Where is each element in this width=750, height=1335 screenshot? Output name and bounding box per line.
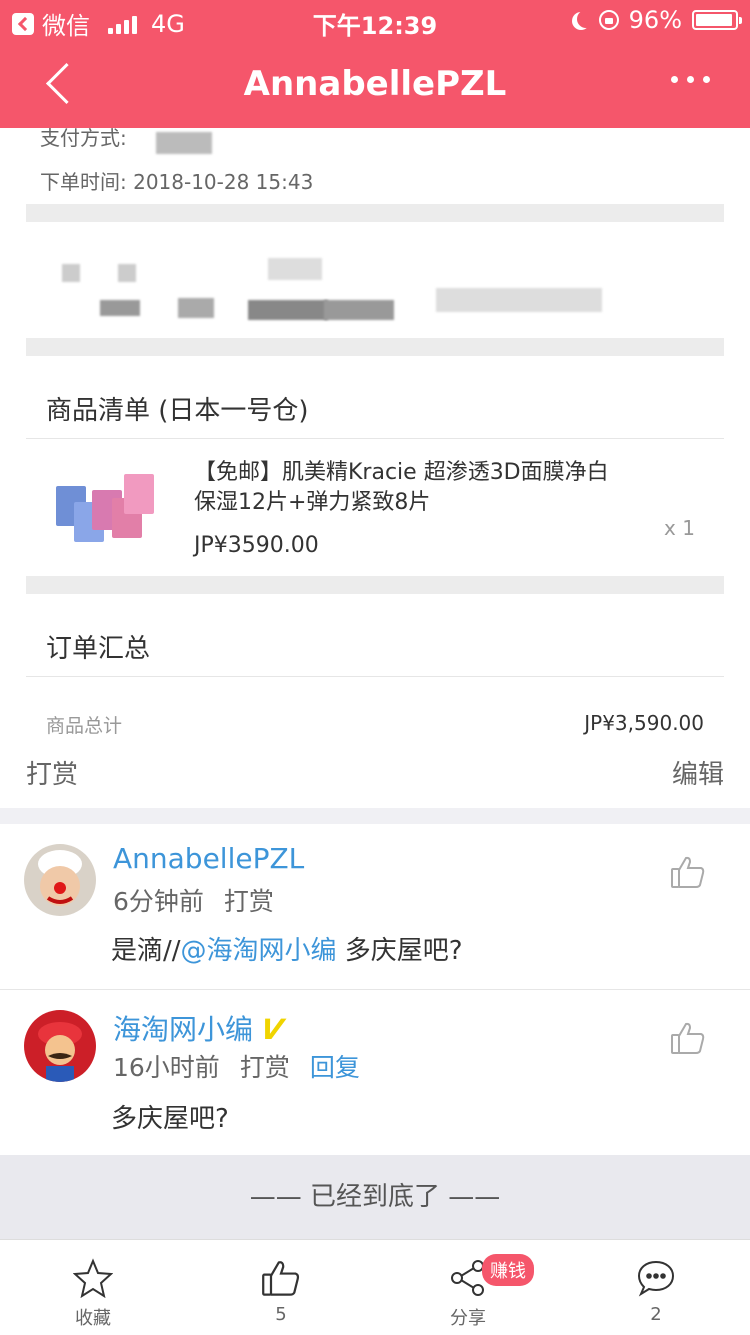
comment-time: 6分钟前: [113, 887, 204, 916]
battery-icon: [692, 10, 742, 30]
rotation-lock-icon: [598, 10, 619, 30]
redacted-payment: [156, 132, 212, 154]
comment-reward-button[interactable]: 打赏: [224, 882, 274, 918]
comment-text-suffix: 多庆屋吧?: [336, 936, 463, 966]
comment-text: 多庆屋吧?: [111, 1104, 229, 1134]
comment-reward-button[interactable]: 打赏: [240, 1048, 290, 1084]
section-divider: [26, 204, 724, 222]
comment-item: 海淘网小编 V 16小时前 打赏 回复 多庆屋吧?: [0, 990, 750, 1155]
total-value: JP¥3,590.00: [584, 711, 704, 735]
thumbs-up-icon[interactable]: [670, 854, 706, 890]
edit-button[interactable]: 编辑: [672, 754, 724, 791]
divider: [26, 438, 724, 439]
reward-button[interactable]: 打赏: [26, 754, 78, 791]
comment-button[interactable]: 2: [596, 1240, 716, 1335]
summary-heading: 订单汇总: [46, 634, 151, 664]
like-count: 5: [275, 1304, 287, 1325]
like-button[interactable]: 5: [221, 1240, 341, 1335]
section-divider: [26, 576, 724, 594]
comment-text: 是滴//@海淘网小编 多庆屋吧?: [111, 930, 463, 967]
battery-percent: 96%: [628, 6, 682, 34]
product-price: JP¥3590.00: [194, 533, 319, 558]
comment-author: 海淘网小编 V: [113, 1008, 286, 1048]
product-title[interactable]: 【免邮】肌美精Kracie 超渗透3D面膜净白保湿12片+弹力紧致8片: [194, 458, 614, 518]
comment-author-name[interactable]: 海淘网小编: [113, 1013, 253, 1046]
section-divider: [26, 338, 724, 356]
product-quantity: x 1: [664, 516, 695, 540]
divider: [26, 676, 724, 677]
verified-badge-icon: V: [258, 1013, 286, 1046]
thumbs-up-icon: [262, 1261, 300, 1296]
comment-time: 16小时前: [113, 1053, 220, 1082]
status-bar: 微信 4G 下午12:39 96%: [0, 0, 750, 40]
more-menu-button[interactable]: [671, 76, 710, 83]
page-title: AnnabellePZL: [243, 64, 507, 104]
nav-bar: AnnabellePZL: [0, 40, 750, 128]
comment-meta: 16小时前 打赏 回复: [113, 1048, 360, 1084]
mention-link[interactable]: @海淘网小编: [181, 936, 337, 966]
comment-count: 2: [650, 1304, 662, 1325]
thumbs-up-icon[interactable]: [670, 1020, 706, 1056]
bottom-toolbar: 收藏 5 分享 赚钱 2: [0, 1239, 750, 1335]
comments-separator: [0, 808, 750, 824]
favorite-label: 收藏: [75, 1308, 111, 1329]
earn-badge: 赚钱: [482, 1254, 534, 1286]
comment-meta: 6分钟前 打赏: [113, 882, 274, 918]
favorite-button[interactable]: 收藏: [33, 1240, 153, 1335]
comment-author[interactable]: AnnabellePZL: [113, 842, 304, 875]
chat-bubble-icon: [637, 1260, 675, 1297]
comment-text-prefix: 是滴//: [111, 936, 181, 966]
share-label: 分享: [450, 1308, 486, 1329]
end-of-list: —— 已经到底了 ——: [0, 1155, 750, 1239]
star-icon: [73, 1258, 113, 1298]
avatar[interactable]: [24, 844, 96, 916]
order-time: 下单时间: 2018-10-28 15:43: [40, 170, 314, 194]
payment-method-label: 支付方式:: [40, 126, 127, 150]
total-label: 商品总计: [46, 715, 123, 737]
do-not-disturb-icon: [577, 10, 595, 28]
battery-fill: [696, 14, 733, 26]
avatar[interactable]: [24, 1010, 96, 1082]
product-image[interactable]: [54, 472, 154, 548]
items-heading: 商品清单 (日本一号仓): [46, 396, 309, 426]
comment-item: AnnabellePZL 6分钟前 打赏 是滴//@海淘网小编 多庆屋吧?: [0, 824, 750, 990]
reply-button[interactable]: 回复: [310, 1048, 360, 1084]
